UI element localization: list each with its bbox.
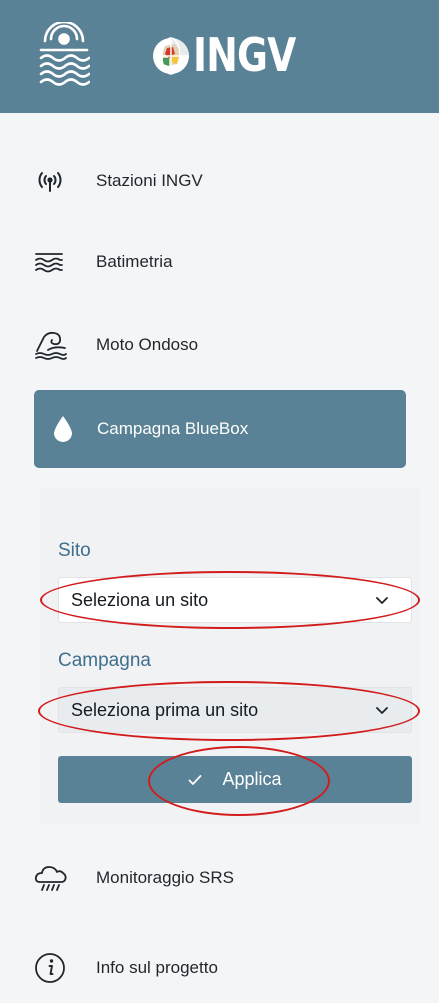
sito-label: Sito <box>58 540 91 561</box>
radio-tower-icon <box>34 161 82 201</box>
ingv-globe-icon <box>153 37 189 75</box>
sito-select-value: Seleziona un sito <box>71 589 209 610</box>
nav-label-campagna: Campagna BlueBox <box>97 419 249 438</box>
campagna-select-value: Seleziona prima un sito <box>71 699 259 720</box>
chevron-down-icon <box>376 707 388 714</box>
nav-label-moto-ondoso: Moto Ondoso <box>96 335 199 354</box>
nav-item-stazioni[interactable]: Stazioni INGV <box>34 155 406 207</box>
nav-item-info-progetto[interactable]: Info sul progetto <box>34 942 406 994</box>
nav-label-stazioni: Stazioni INGV <box>96 171 203 190</box>
brand-name: INGV <box>193 28 296 82</box>
nav-item-moto-ondoso[interactable]: Moto Ondoso <box>34 319 406 371</box>
nav-item-campagna-bluebox[interactable]: Campagna BlueBox <box>34 390 406 468</box>
apply-button[interactable]: Applica <box>58 756 412 803</box>
water-drop-icon <box>51 414 75 444</box>
nav-label-info: Info sul progetto <box>96 958 218 977</box>
app-header: INGV <box>0 0 439 113</box>
nav-label-monitoraggio: Monitoraggio SRS <box>96 868 234 887</box>
apply-button-label: Applica <box>222 769 282 789</box>
campagna-select[interactable]: Seleziona prima un sito <box>58 687 412 733</box>
wave-logo-icon <box>39 22 90 86</box>
waves-icon <box>34 242 82 282</box>
chevron-down-icon <box>376 597 388 604</box>
nav-item-monitoraggio-srs[interactable]: Monitoraggio SRS <box>34 852 406 904</box>
info-icon <box>34 948 82 988</box>
nav-label-batimetria: Batimetria <box>96 252 173 271</box>
rain-cloud-icon <box>34 858 82 898</box>
nav-item-batimetria[interactable]: Batimetria <box>34 236 406 288</box>
check-icon <box>189 774 202 785</box>
campagna-label: Campagna <box>58 650 151 671</box>
sito-select[interactable]: Seleziona un sito <box>58 577 412 623</box>
wave-icon <box>34 325 82 365</box>
